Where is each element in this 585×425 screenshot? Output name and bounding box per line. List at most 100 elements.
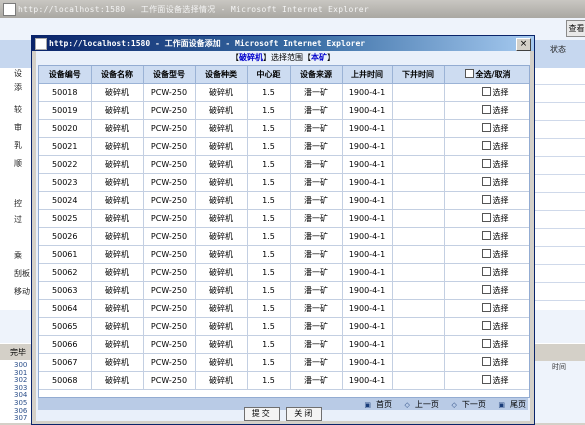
table-cell: 1900-4-1 — [342, 335, 393, 354]
table-cell: 破碎机 — [195, 173, 248, 192]
select-checkbox[interactable] — [481, 321, 491, 330]
table-cell — [392, 353, 445, 372]
select-checkbox[interactable] — [481, 195, 491, 204]
select-checkbox[interactable] — [481, 357, 491, 366]
table-cell: 潘一矿 — [290, 101, 343, 120]
select-cell[interactable]: 选择 — [444, 263, 529, 282]
table-cell: 潘一矿 — [290, 83, 343, 102]
select-cell[interactable]: 选择 — [444, 227, 529, 246]
table-row: 50064 破碎机 PCW-250 破碎机 1.5 潘一矿 1900-4-1 选择 — [39, 299, 529, 318]
select-all-header[interactable]: 全选/取消 — [444, 66, 529, 84]
dialog-button-row: 提交 关闭 — [36, 407, 530, 421]
select-cell[interactable]: 选择 — [444, 137, 529, 156]
select-label: 选择 — [492, 214, 509, 223]
select-checkbox[interactable] — [481, 249, 491, 258]
select-cell[interactable]: 选择 — [444, 245, 529, 264]
view-button[interactable]: 查看 — [566, 20, 585, 37]
select-cell[interactable]: 选择 — [444, 299, 529, 318]
select-label: 选择 — [492, 178, 509, 187]
table-cell: 潘一矿 — [290, 263, 343, 282]
select-checkbox[interactable] — [481, 87, 491, 96]
submit-button[interactable]: 提交 — [243, 407, 280, 421]
select-cell[interactable]: 选择 — [444, 335, 529, 354]
select-checkbox[interactable] — [481, 375, 491, 384]
table-cell: 潘一矿 — [290, 119, 343, 138]
table-cell: 潘一矿 — [290, 191, 343, 210]
table-cell: 潘一矿 — [290, 299, 343, 318]
table-cell — [392, 173, 445, 192]
select-cell[interactable]: 选择 — [444, 119, 529, 138]
mine-link[interactable]: 本矿 — [311, 53, 327, 62]
select-label: 选择 — [492, 196, 509, 205]
category-link[interactable]: 破碎机 — [239, 53, 263, 62]
table-row: 50020 破碎机 PCW-250 破碎机 1.5 潘一矿 1900-4-1 选择 — [39, 119, 529, 138]
table-cell: 潘一矿 — [290, 173, 343, 192]
select-checkbox[interactable] — [481, 177, 491, 186]
table-cell: 破碎机 — [91, 371, 144, 390]
table-cell: 1900-4-1 — [342, 137, 393, 156]
table-cell: 1.5 — [247, 191, 291, 210]
select-cell[interactable]: 选择 — [444, 317, 529, 336]
table-cell: 50067 — [39, 353, 92, 372]
select-checkbox[interactable] — [481, 213, 491, 222]
table-cell: 破碎机 — [195, 119, 248, 138]
select-all-checkbox[interactable] — [464, 69, 474, 78]
select-checkbox[interactable] — [481, 231, 491, 240]
select-cell[interactable]: 选择 — [444, 101, 529, 120]
table-cell: 1900-4-1 — [342, 209, 393, 228]
select-checkbox[interactable] — [481, 123, 491, 132]
select-cell[interactable]: 选择 — [444, 281, 529, 300]
table-cell: 50065 — [39, 317, 92, 336]
background-row-line — [533, 192, 585, 193]
select-label: 选择 — [492, 304, 509, 313]
table-cell: PCW-250 — [143, 101, 196, 120]
table-cell: 破碎机 — [195, 209, 248, 228]
table-header-row: 设备编号 设备名称 设备型号 设备种类 中心距 设备来源 上井时间 下井时间 全… — [39, 66, 529, 84]
select-label: 选择 — [492, 358, 509, 367]
table-cell: 1900-4-1 — [342, 263, 393, 282]
col-header: 设备来源 — [290, 66, 343, 84]
table-cell: 1900-4-1 — [342, 173, 393, 192]
time-fragment: 时间 — [552, 363, 566, 371]
table-cell: PCW-250 — [143, 173, 196, 192]
close-icon[interactable]: × — [516, 38, 531, 51]
background-window-title: http://localhost:1580 - 工作面设备选择情况 - Micr… — [18, 5, 369, 14]
dialog-titlebar[interactable]: http://localhost:1580 - 工作面设备添加 - Micros… — [32, 36, 534, 51]
select-cell[interactable]: 选择 — [444, 353, 529, 372]
table-cell: PCW-250 — [143, 353, 196, 372]
table-cell: 50023 — [39, 173, 92, 192]
table-row: 50066 破碎机 PCW-250 破碎机 1.5 潘一矿 1900-4-1 选择 — [39, 335, 529, 354]
table-cell: 破碎机 — [91, 101, 144, 120]
table-cell: 1.5 — [247, 263, 291, 282]
select-cell[interactable]: 选择 — [444, 173, 529, 192]
table-row: 50019 破碎机 PCW-250 破碎机 1.5 潘一矿 1900-4-1 选择 — [39, 101, 529, 120]
select-cell[interactable]: 选择 — [444, 155, 529, 174]
col-header: 设备名称 — [91, 66, 144, 84]
table-cell: 1900-4-1 — [342, 317, 393, 336]
table-cell: 1.5 — [247, 353, 291, 372]
table-row: 50065 破碎机 PCW-250 破碎机 1.5 潘一矿 1900-4-1 选择 — [39, 317, 529, 336]
select-cell[interactable]: 选择 — [444, 191, 529, 210]
select-checkbox[interactable] — [481, 339, 491, 348]
select-checkbox[interactable] — [481, 303, 491, 312]
table-cell: 1.5 — [247, 173, 291, 192]
select-checkbox[interactable] — [481, 285, 491, 294]
select-cell[interactable]: 选择 — [444, 83, 529, 102]
select-checkbox[interactable] — [481, 159, 491, 168]
table-cell — [392, 371, 445, 390]
table-cell: 破碎机 — [195, 101, 248, 120]
table-cell: 1.5 — [247, 101, 291, 120]
dialog-body: 【破碎机】选择范围【本矿】 设备编号 设备名称 设备型号 设备种类 中心距 设备… — [36, 51, 530, 421]
table-cell: PCW-250 — [143, 281, 196, 300]
table-cell: 1.5 — [247, 119, 291, 138]
table-cell: 1900-4-1 — [342, 83, 393, 102]
select-cell[interactable]: 选择 — [444, 371, 529, 390]
select-cell[interactable]: 选择 — [444, 209, 529, 228]
table-cell: 1.5 — [247, 245, 291, 264]
close-button[interactable]: 关闭 — [286, 407, 323, 421]
background-row-line — [533, 264, 585, 265]
select-checkbox[interactable] — [481, 267, 491, 276]
select-checkbox[interactable] — [481, 105, 491, 114]
select-checkbox[interactable] — [481, 141, 491, 150]
table-cell: 1.5 — [247, 299, 291, 318]
